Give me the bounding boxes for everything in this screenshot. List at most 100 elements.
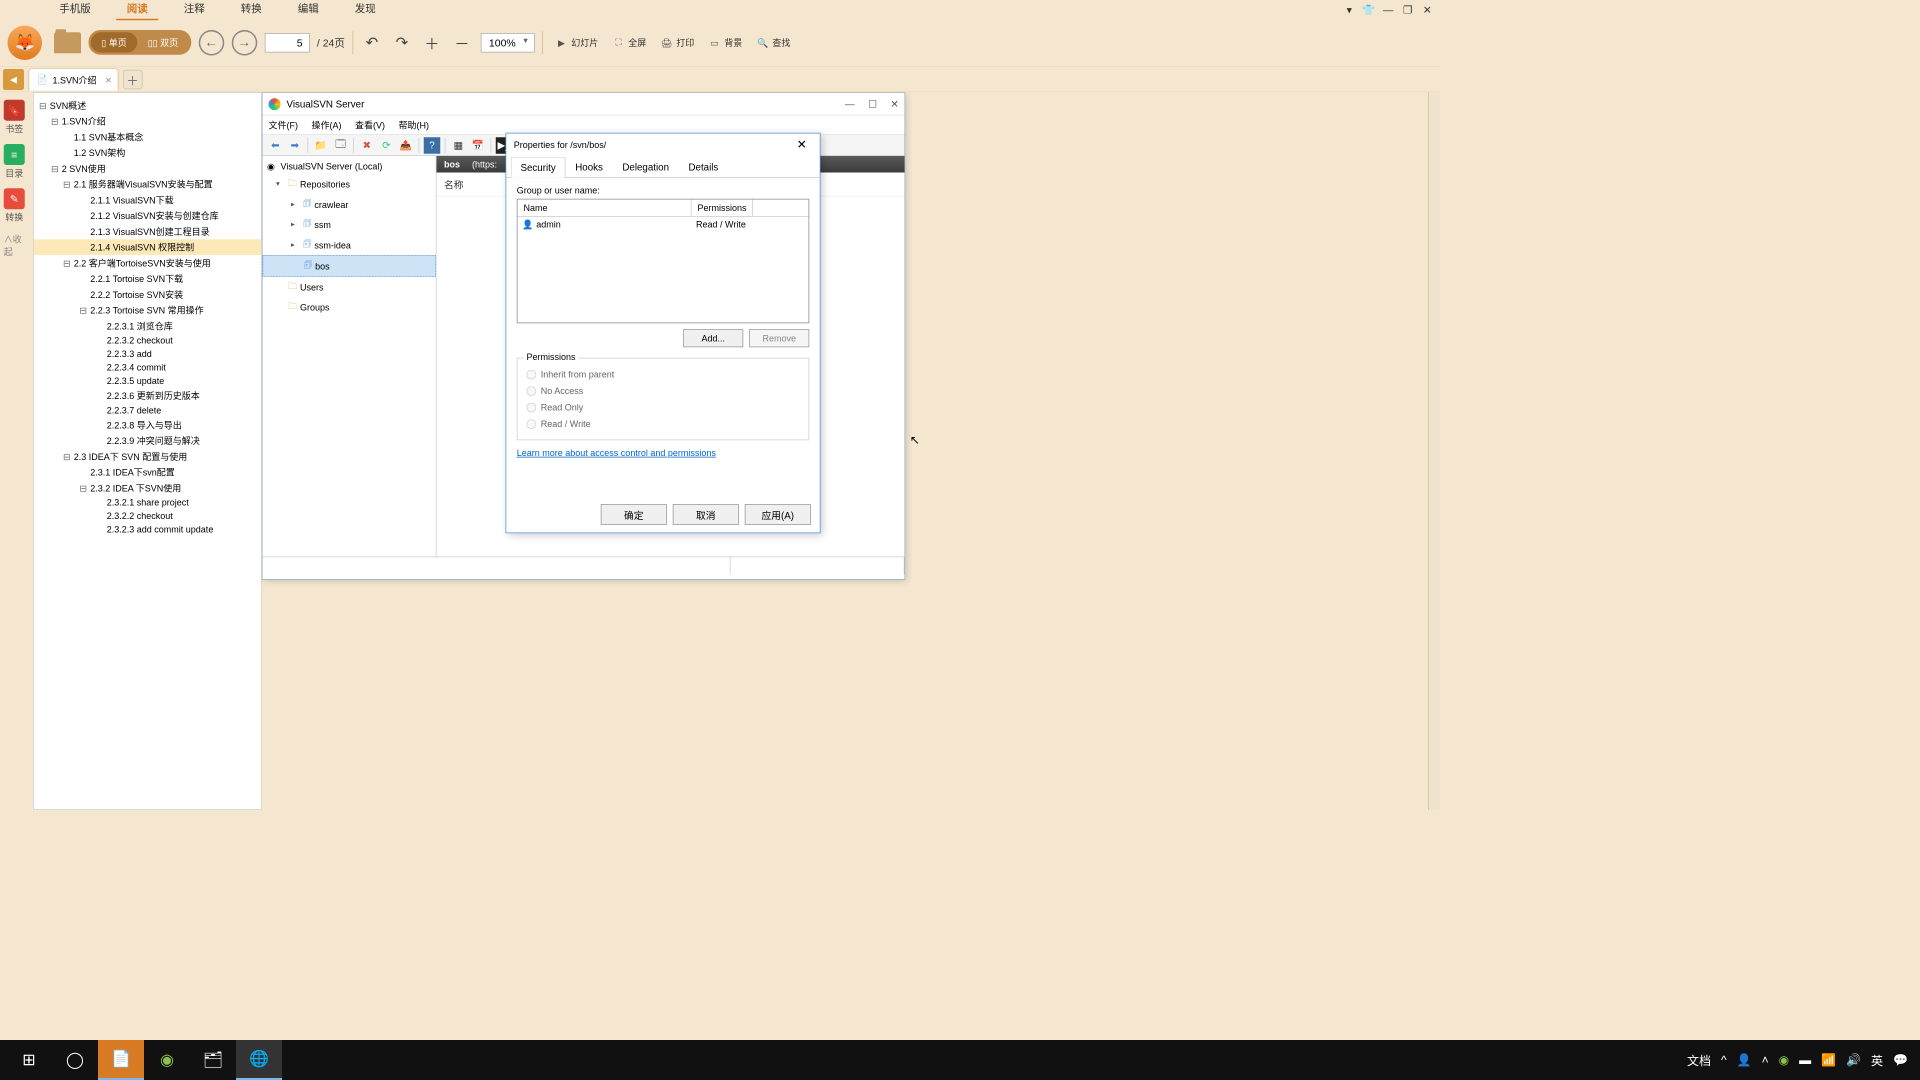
page-number-input[interactable] [264,33,309,53]
perm-option[interactable]: Read / Write [527,416,800,433]
undo-button[interactable]: ↶ [361,31,384,54]
nav-back-icon[interactable]: ⬅ [267,137,284,154]
tool1-icon[interactable]: ▦ [450,137,467,154]
outline-item[interactable]: 2.2.3.4 commit [34,361,261,375]
outline-item[interactable]: 1.1 SVN基本概念 [34,129,261,145]
taskbar-app-explorer[interactable]: 🗂 [190,1040,236,1080]
export-icon[interactable]: 📤 [398,137,415,154]
col-permissions[interactable]: Permissions [692,200,754,217]
user-row[interactable]: 👤admin Read / Write [518,217,809,232]
repos-node[interactable]: ▾🗀Repositories [263,174,436,194]
zoom-select[interactable]: 100% [481,33,535,53]
tab-mobile[interactable]: 手机版 [49,0,102,19]
col-name[interactable]: Name [518,200,692,217]
start-button[interactable]: ⊞ [6,1040,52,1080]
taskbar-app-pdf[interactable]: 📄 [98,1040,144,1080]
tray-volume-icon[interactable]: 🔊 [1846,1053,1861,1067]
tray-people-icon[interactable]: 👤 [1737,1053,1752,1067]
perm-option[interactable]: Read Only [527,399,800,416]
vertical-scrollbar[interactable] [1428,92,1440,810]
tray-ime[interactable]: 英 [1871,1052,1883,1069]
outline-item[interactable]: 2.2.3.9 冲突问题与解决 [34,433,261,449]
outline-item[interactable]: ⊟ 2.3 IDEA下 SVN 配置与使用 [34,449,261,465]
outline-item[interactable]: 2.2.3.3 add [34,347,261,361]
sidebar-目录[interactable]: ≡目录 [4,144,25,179]
learn-more-link[interactable]: Learn more about access control and perm… [517,448,716,459]
tab-annotate[interactable]: 注释 [173,0,215,19]
outline-item[interactable]: 2.2.3.2 checkout [34,334,261,348]
svn-menu-item[interactable]: 查看(V) [355,119,385,132]
tray-up-icon[interactable]: ^ [1721,1053,1727,1067]
tray-wifi-icon[interactable]: 📶 [1821,1053,1836,1067]
outline-item[interactable]: 2.2.3.5 update [34,374,261,388]
outline-item[interactable]: 2.2.1 Tortoise SVN下载 [34,271,261,287]
users-node[interactable]: 🗀Users [263,277,436,297]
apply-button[interactable]: 应用(A) [745,504,811,525]
shirt-icon[interactable]: 👕 [1362,3,1376,17]
sidebar-书签[interactable]: 🔖书签 [4,100,25,135]
outline-item[interactable]: 1.2 SVN架构 [34,145,261,161]
help-icon[interactable]: ? [424,137,441,154]
minimize-icon[interactable]: — [1382,3,1396,17]
win-maximize-icon[interactable]: ☐ [868,98,877,110]
add-button[interactable]: Add... [683,329,743,347]
refresh-icon[interactable]: ⟳ [378,137,395,154]
outline-item[interactable]: ⊟ 2.2 客户端TortoiseSVN安装与使用 [34,255,261,271]
sidebar-转换[interactable]: ✎转换 [4,188,25,223]
single-page-button[interactable]: ▯ 单页 [91,32,137,52]
outline-item[interactable]: 2.2.3.1 浏览仓库 [34,318,261,334]
groups-node[interactable]: 🗀Groups [263,297,436,317]
tool-全屏[interactable]: ⛶全屏 [607,33,651,53]
tray-text[interactable]: 文档 [1687,1052,1711,1069]
perm-option[interactable]: No Access [527,383,800,400]
repo-node-crawlear[interactable]: ▸🗊crawlear [263,194,436,214]
outline-item[interactable]: ⊟ SVN概述 [34,98,261,114]
outline-item[interactable]: 2.1.1 VisualSVN下载 [34,192,261,208]
open-file-icon[interactable] [54,32,81,53]
page-layout-toggle[interactable]: ▯ 单页 ▯▯ 双页 [89,30,191,55]
tool-查找[interactable]: 🔍查找 [751,33,795,53]
prev-page-button[interactable]: ← [198,30,224,56]
sidebar-collapse[interactable]: ∧收起 [4,233,25,259]
close-icon[interactable]: ✕ [1421,3,1435,17]
tray-chevron-icon[interactable]: ˄ [1762,1053,1769,1067]
outline-item[interactable]: ⊟ 2.1 服务器端VisualSVN安装与配置 [34,176,261,192]
outline-item[interactable]: ⊟ 1.SVN介绍 [34,113,261,129]
outline-item[interactable]: 2.3.2.1 share project [34,496,261,510]
ok-button[interactable]: 确定 [601,504,667,525]
next-page-button[interactable]: → [231,30,257,56]
back-button[interactable]: ◀ [3,69,24,90]
outline-pane[interactable]: ⊟ SVN概述⊟ 1.SVN介绍 1.1 SVN基本概念 1.2 SVN架构⊟ … [33,92,262,810]
outline-item[interactable]: 2.1.4 VisualSVN 权限控制 [34,239,261,255]
repo-node-ssm[interactable]: ▸🗊ssm [263,215,436,235]
outline-item[interactable]: 2.3.2.3 add commit update [34,523,261,537]
nav-fwd-icon[interactable]: ➡ [287,137,304,154]
svn-menu-item[interactable]: 操作(A) [311,119,341,132]
taskbar-app-chrome[interactable]: 🌐 [236,1040,282,1080]
zoom-out-button[interactable]: － [451,31,474,54]
redo-button[interactable]: ↷ [391,31,414,54]
props-tab-security[interactable]: Security [511,157,566,178]
outline-item[interactable]: 2.2.2 Tortoise SVN安装 [34,287,261,303]
outline-item[interactable]: 2.3.2.2 checkout [34,509,261,523]
win-minimize-icon[interactable]: — [845,98,855,110]
props-tab-details[interactable]: Details [679,156,728,177]
dropdown-icon[interactable]: ▾ [1343,3,1357,17]
svn-menu-item[interactable]: 文件(F) [269,119,298,132]
outline-item[interactable]: 2.2.3.8 导入与导出 [34,417,261,433]
tab-read[interactable]: 阅读 [116,0,158,19]
cancel-button[interactable]: 取消 [673,504,739,525]
outline-item[interactable]: ⊟ 2 SVN使用 [34,161,261,177]
double-page-button[interactable]: ▯▯ 双页 [137,32,188,52]
outline-item[interactable]: 2.1.2 VisualSVN安装与创建仓库 [34,208,261,224]
tool2-icon[interactable]: 📅 [470,137,487,154]
dialog-close-icon[interactable]: ✕ [791,137,812,154]
svn-menu-item[interactable]: 帮助(H) [398,119,429,132]
outline-item[interactable]: 2.1.3 VisualSVN创建工程目录 [34,224,261,240]
maximize-icon[interactable]: ❐ [1401,3,1415,17]
perm-option[interactable]: Inherit from parent [527,366,800,383]
repo-node-bos[interactable]: 🗊bos [263,255,436,277]
tool-打印[interactable]: 🖨打印 [655,33,699,53]
close-tab-icon[interactable]: × [105,74,111,86]
win-close-icon[interactable]: ✕ [890,98,898,110]
